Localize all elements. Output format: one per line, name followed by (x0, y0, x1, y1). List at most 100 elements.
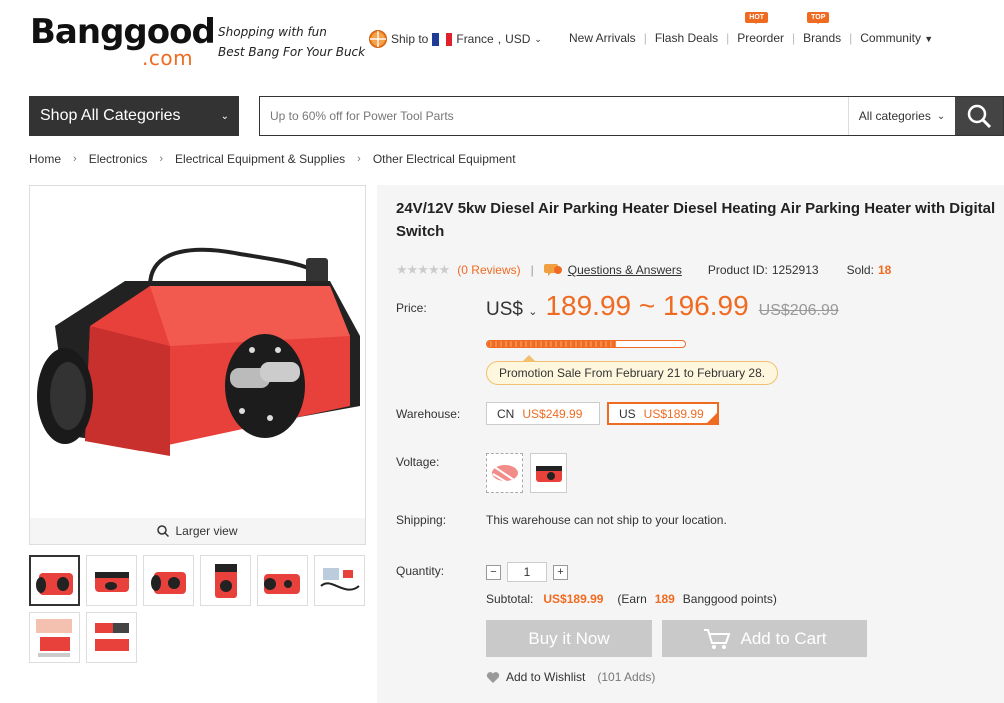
globe-icon (369, 30, 387, 48)
search-category-label: All categories (858, 109, 931, 123)
reviews-link[interactable]: (0 Reviews) (457, 263, 520, 277)
france-flag-icon (432, 32, 453, 46)
wishlist-label: Add to Wishlist (506, 670, 586, 684)
warehouse-option-us[interactable]: US US$189.99 (607, 402, 719, 425)
thumbnail[interactable] (86, 555, 137, 606)
larger-view-label: Larger view (175, 524, 238, 538)
earn-suffix: Banggood points) (682, 592, 777, 606)
nav-brands[interactable]: TOP Brands (803, 12, 842, 45)
ship-to-label: Ship to (391, 32, 429, 46)
ship-currency: USD (505, 32, 531, 46)
chevron-down-icon: ⌄ (534, 33, 542, 44)
nav-preorder[interactable]: HOT Preorder (737, 12, 784, 45)
breadcrumb-electrical-equipment[interactable]: Electrical Equipment & Supplies (175, 152, 345, 166)
product-id-label: Product ID: (707, 263, 768, 277)
promo-progress-bar (486, 340, 686, 348)
buy-it-now-button[interactable]: Buy it Now (486, 620, 652, 657)
slogan: Shopping with fun Best Bang For Your Buc… (218, 22, 365, 62)
top-badge: TOP (807, 12, 830, 24)
add-to-cart-button[interactable]: Add to Cart (662, 620, 867, 657)
chevron-right-icon: › (73, 153, 77, 165)
warehouse-code: CN (497, 406, 515, 421)
nav-community[interactable]: Community ▼ (860, 31, 933, 45)
nav-new-arrivals[interactable]: New Arrivals (569, 31, 636, 45)
currency-label: US$ (486, 299, 523, 320)
warehouse-price: US$189.99 (643, 406, 704, 421)
nav-brands-label: Brands (803, 31, 842, 45)
product-id: 1252913 (771, 263, 819, 277)
search-icon (157, 525, 170, 537)
earn-points: 189 (654, 592, 675, 606)
logo-sub: .com (142, 46, 194, 70)
warehouse-price: US$249.99 (522, 406, 583, 421)
currency-selector[interactable]: US$ ⌄ (486, 299, 537, 321)
heater-image (37, 247, 360, 456)
subtotal-label: Subtotal: (486, 592, 534, 606)
warehouse-code: US (619, 406, 636, 421)
ship-country: France (456, 32, 494, 46)
thumbnail[interactable] (143, 555, 194, 606)
caret-down-icon: ▼ (924, 34, 934, 44)
shop-all-label: Shop All Categories (40, 107, 181, 124)
slogan-line-1: Shopping with fun (218, 25, 327, 39)
voltage-option-2[interactable] (530, 453, 567, 493)
chevron-down-icon: ⌄ (528, 306, 538, 318)
quantity-label: Quantity: (396, 564, 445, 578)
chat-bubble-icon (543, 264, 562, 276)
voltage-option-1[interactable] (486, 453, 523, 493)
nav-community-label: Community (860, 31, 921, 45)
subtotal-value: US$189.99 (543, 592, 604, 606)
thumbnail[interactable] (29, 555, 80, 606)
quantity-increase-button[interactable]: + (553, 564, 568, 580)
heart-icon (486, 671, 500, 683)
price-range: 189.99 ~ 196.99 (545, 290, 749, 321)
nav-flash-deals[interactable]: Flash Deals (655, 31, 718, 45)
thumbnail[interactable] (29, 612, 80, 663)
chevron-right-icon: › (357, 153, 361, 165)
thumbnail[interactable] (200, 555, 251, 606)
breadcrumb-other-equipment[interactable]: Other Electrical Equipment (373, 152, 516, 166)
nav-divider: | (726, 31, 730, 45)
price-label: Price: (396, 301, 427, 315)
top-nav: New Arrivals | Flash Deals | HOT Preorde… (569, 12, 933, 45)
chevron-down-icon: ⌄ (220, 110, 229, 122)
voltage-thumbnail (536, 466, 562, 482)
breadcrumb-electronics[interactable]: Electronics (89, 152, 148, 166)
voltage-label: Voltage: (396, 455, 440, 469)
search-button[interactable] (955, 97, 1003, 135)
sold-count: 18 (877, 263, 892, 277)
breadcrumb-home[interactable]: Home (29, 152, 61, 166)
larger-view-button[interactable]: Larger view (30, 518, 365, 544)
questions-answers-link[interactable]: Questions & Answers (568, 263, 682, 277)
old-price: US$206.99 (758, 302, 839, 319)
search-icon (967, 104, 992, 129)
quantity-decrease-button[interactable]: − (486, 564, 501, 580)
rating-stars: ★★★★★ (396, 262, 450, 277)
warehouse-option-cn[interactable]: CN US$249.99 (486, 402, 600, 425)
shop-all-categories-button[interactable]: Shop All Categories ⌄ (29, 96, 239, 136)
product-title: 24V/12V 5kw Diesel Air Parking Heater Di… (396, 200, 996, 240)
sold-label: Sold: (846, 263, 874, 277)
quantity-input[interactable]: 1 (507, 562, 547, 582)
product-meta: ★★★★★ (0 Reviews) | Questions & Answers … (396, 262, 891, 278)
thumbnail-strip (29, 555, 369, 663)
ship-to-selector[interactable]: Ship to France, USD ⌄ (369, 30, 542, 48)
thumbnail[interactable] (86, 612, 137, 663)
thumbnail[interactable] (314, 555, 365, 606)
cart-label: Add to Cart (740, 628, 827, 648)
wishlist-count: (101 Adds) (597, 670, 656, 684)
search-bar: All categories ⌄ (259, 96, 1004, 136)
search-category-select[interactable]: All categories ⌄ (848, 97, 955, 135)
main-product-image[interactable]: Larger view (29, 185, 366, 545)
banggood-logo[interactable]: Banggood .com (30, 12, 216, 72)
price-row: US$ ⌄ 189.99 ~ 196.99 US$206.99 (486, 290, 839, 322)
hot-badge: HOT (745, 12, 769, 24)
add-to-wishlist[interactable]: Add to Wishlist (101 Adds) (486, 670, 655, 684)
thumbnail[interactable] (257, 555, 308, 606)
search-input[interactable] (260, 97, 848, 135)
nav-preorder-label: Preorder (737, 31, 784, 45)
shipping-message: This warehouse can not ship to your loca… (486, 513, 727, 527)
nav-divider: | (849, 31, 853, 45)
nav-divider: | (643, 31, 647, 45)
nav-divider: | (791, 31, 796, 45)
